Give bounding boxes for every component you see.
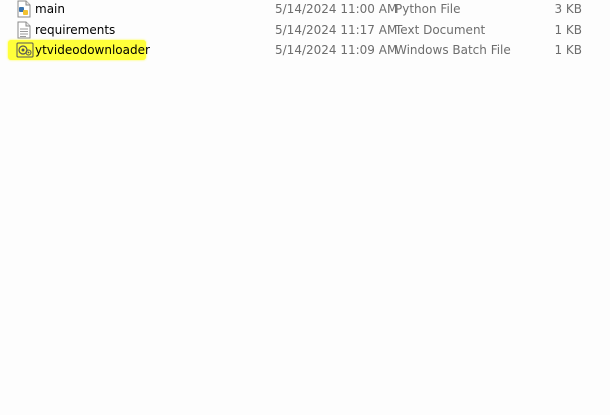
file-size: 1 KB — [554, 23, 582, 37]
file-name[interactable]: main — [33, 0, 65, 19]
file-row-ytvideodownloader[interactable]: ytvideodownloader 5/14/2024 11:09 AM Win… — [8, 40, 604, 60]
file-type: Windows Batch File — [395, 43, 511, 57]
python-file-icon — [16, 0, 34, 18]
file-list: main 5/14/2024 11:00 AM Python File 3 KB… — [0, 0, 610, 415]
batch-file-icon — [16, 41, 34, 59]
file-size: 1 KB — [554, 43, 582, 57]
file-date-modified: 5/14/2024 11:17 AM — [275, 23, 398, 37]
file-name[interactable]: ytvideodownloader — [33, 40, 150, 60]
file-date-modified: 5/14/2024 11:09 AM — [275, 43, 398, 57]
file-row-main[interactable]: main 5/14/2024 11:00 AM Python File 3 KB — [8, 0, 604, 19]
file-name[interactable]: requirements — [33, 20, 115, 40]
text-file-icon — [16, 21, 34, 39]
file-date-modified: 5/14/2024 11:00 AM — [275, 2, 398, 16]
file-name-cell: ytvideodownloader — [33, 40, 150, 60]
file-name-cell: requirements — [33, 20, 115, 40]
file-name-cell: main — [33, 0, 65, 19]
file-type: Text Document — [395, 23, 486, 37]
file-type: Python File — [395, 2, 461, 16]
file-row-requirements[interactable]: requirements 5/14/2024 11:17 AM Text Doc… — [8, 20, 604, 40]
file-size: 3 KB — [554, 2, 582, 16]
